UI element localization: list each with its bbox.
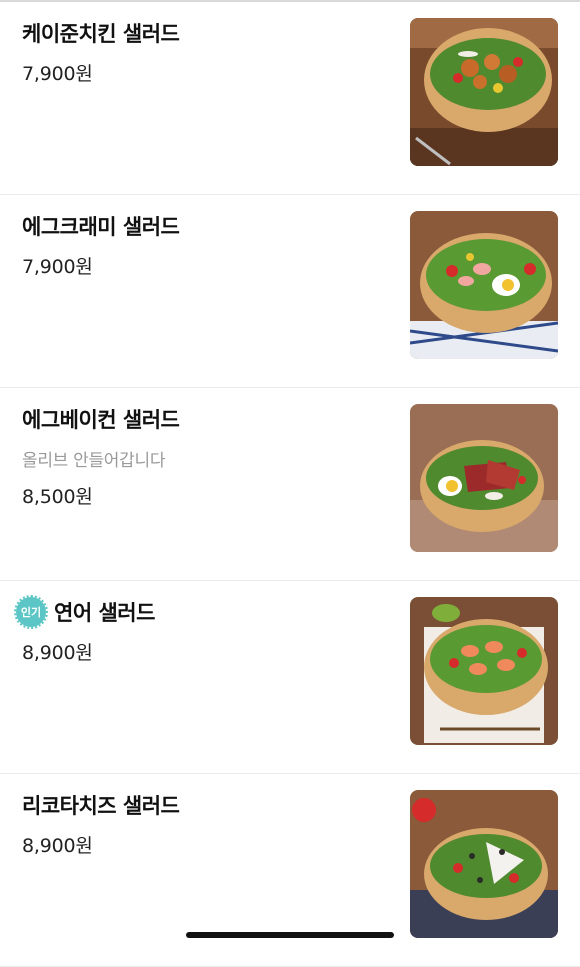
title-row: 에그크래미 샐러드 [22, 211, 382, 241]
title-row: 리코타치즈 샐러드 [22, 790, 382, 820]
menu-item-name: 에그크래미 샐러드 [22, 215, 180, 239]
menu-item-text: 리코타치즈 샐러드 8,900원 [22, 790, 382, 858]
menu-item-text: 케이준치킨 샐러드 7,900원 [22, 18, 382, 86]
egg-crab-salad-photo[interactable] [410, 211, 558, 359]
menu-item-name: 에그베이컨 샐러드 [22, 408, 180, 432]
menu-item-text: 에그크래미 샐러드 7,900원 [22, 211, 382, 279]
title-row: 에그베이컨 샐러드 [22, 404, 382, 434]
menu-item-cajun-chicken-salad[interactable]: 케이준치킨 샐러드 7,900원 [0, 2, 580, 195]
title-row: 케이준치킨 샐러드 [22, 18, 382, 48]
menu-item-egg-bacon-salad[interactable]: 에그베이컨 샐러드 올리브 안들어갑니다 8,500원 [0, 388, 580, 581]
menu-list: 케이준치킨 샐러드 7,900원 에그크래미 샐러드 7,900원 에그베이컨 … [0, 2, 580, 967]
salmon-salad-photo[interactable] [410, 597, 558, 745]
cajun-chicken-salad-photo[interactable] [410, 18, 558, 166]
title-row: 인기 연어 샐러드 [14, 595, 382, 629]
home-indicator[interactable] [186, 932, 394, 938]
menu-item-price: 8,900원 [22, 642, 93, 664]
menu-item-egg-crab-salad[interactable]: 에그크래미 샐러드 7,900원 [0, 195, 580, 388]
menu-item-price: 7,900원 [22, 63, 93, 85]
menu-item-name: 연어 샐러드 [54, 601, 155, 625]
menu-item-description: 올리브 안들어갑니다 [22, 451, 166, 471]
menu-item-price: 8,900원 [22, 835, 93, 857]
menu-item-price: 7,900원 [22, 256, 93, 278]
menu-item-text: 인기 연어 샐러드 8,900원 [14, 595, 382, 665]
menu-item-text: 에그베이컨 샐러드 올리브 안들어갑니다 8,500원 [22, 404, 382, 509]
ricotta-cheese-salad-photo[interactable] [410, 790, 558, 938]
menu-item-name: 케이준치킨 샐러드 [22, 22, 180, 46]
popular-badge: 인기 [14, 595, 48, 629]
menu-item-name: 리코타치즈 샐러드 [22, 794, 180, 818]
menu-item-salmon-salad[interactable]: 인기 연어 샐러드 8,900원 [0, 581, 580, 774]
egg-bacon-salad-photo[interactable] [410, 404, 558, 552]
menu-item-price: 8,500원 [22, 486, 93, 508]
menu-item-ricotta-cheese-salad[interactable]: 리코타치즈 샐러드 8,900원 [0, 774, 580, 967]
